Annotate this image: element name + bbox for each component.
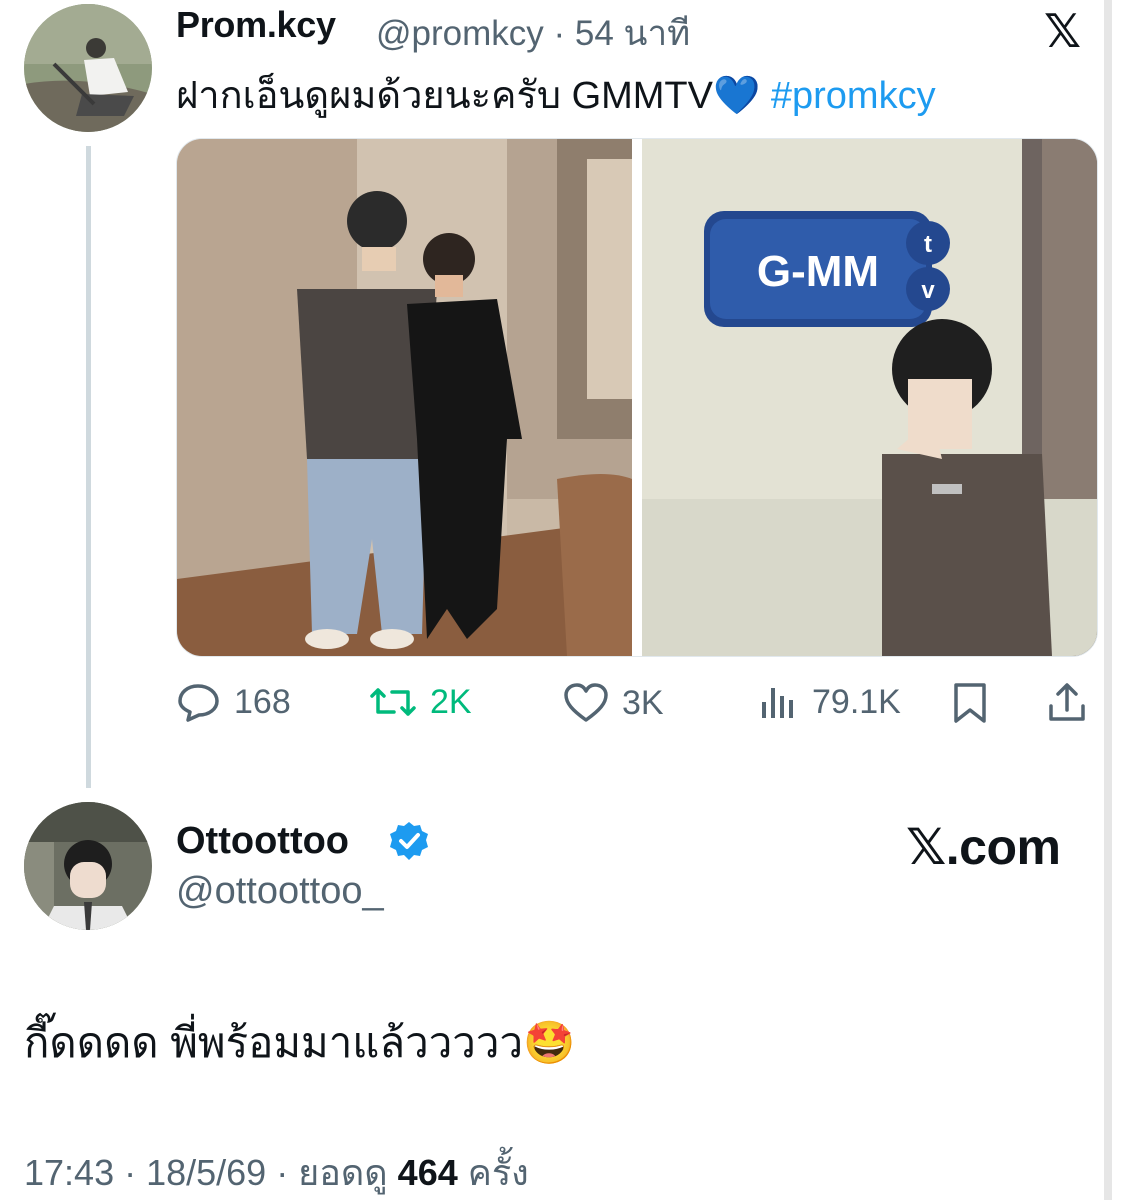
svg-text:G-MM: G-MM xyxy=(757,247,879,296)
tweet-text: ฝากเอ็นดูผมด้วยนะครับ GMMTV💙 #promkcy xyxy=(176,64,936,125)
reply-meta: 17:43 · 18/5/69 · ยอดดู 464 ครั้ง xyxy=(24,1144,529,1201)
retweet-button[interactable]: 2K xyxy=(368,682,472,722)
bookmark-icon xyxy=(954,683,986,723)
avatar-promkcy[interactable] xyxy=(24,4,152,132)
reply-display-name[interactable]: Ottoottoo xyxy=(176,820,349,863)
reply-icon xyxy=(178,684,219,722)
reply-count: 168 xyxy=(234,682,291,721)
share-icon xyxy=(1049,683,1085,721)
svg-text:v: v xyxy=(921,277,935,304)
reply-button[interactable]: 168 xyxy=(176,682,291,722)
verified-badge-icon xyxy=(388,820,430,867)
x-com-watermark: 𝕏.com xyxy=(906,819,1061,875)
like-count: 3K xyxy=(622,683,664,722)
media-grid[interactable]: G-MM t v xyxy=(176,138,1098,657)
view-count: 79.1K xyxy=(812,682,901,721)
scroll-divider xyxy=(1104,0,1112,1200)
reply-handle[interactable]: @ottoottoo_ xyxy=(176,870,384,913)
svg-text:t: t xyxy=(924,231,932,258)
views-label: ครั้ง xyxy=(457,1152,529,1193)
retweet-count: 2K xyxy=(430,682,472,721)
view-total: 464 xyxy=(397,1152,458,1193)
like-button[interactable]: 3K xyxy=(562,682,664,724)
handle-time[interactable]: @promkcy · 54 นาที xyxy=(376,6,690,61)
thread-line xyxy=(86,146,91,788)
display-name[interactable]: Prom.kcy xyxy=(176,4,336,46)
share-button[interactable] xyxy=(1046,682,1088,724)
views-button[interactable]: 79.1K xyxy=(758,682,901,722)
avatar-ottoottoo[interactable] xyxy=(24,802,152,930)
hashtag-link[interactable]: #promkcy xyxy=(771,75,936,117)
retweet-icon xyxy=(370,688,416,716)
timestamp[interactable]: 17:43 · 18/5/69 · ยอดดู xyxy=(24,1152,398,1193)
action-bar: 168 2K 3K 79.1K xyxy=(176,682,1096,738)
x-logo-icon: 𝕏 xyxy=(1044,5,1082,57)
photo-1[interactable] xyxy=(177,139,632,656)
photo-2[interactable]: G-MM t v xyxy=(642,139,1097,656)
reply-text: กี๊ดดดด พี่พร้อมมาแล้ววววว🤩 xyxy=(24,1019,576,1066)
heart-icon xyxy=(564,683,608,722)
views-chart-icon xyxy=(762,688,793,718)
bookmark-button[interactable] xyxy=(950,682,990,724)
tweet-body: ฝากเอ็นดูผมด้วยนะครับ GMMTV💙 xyxy=(176,75,761,117)
